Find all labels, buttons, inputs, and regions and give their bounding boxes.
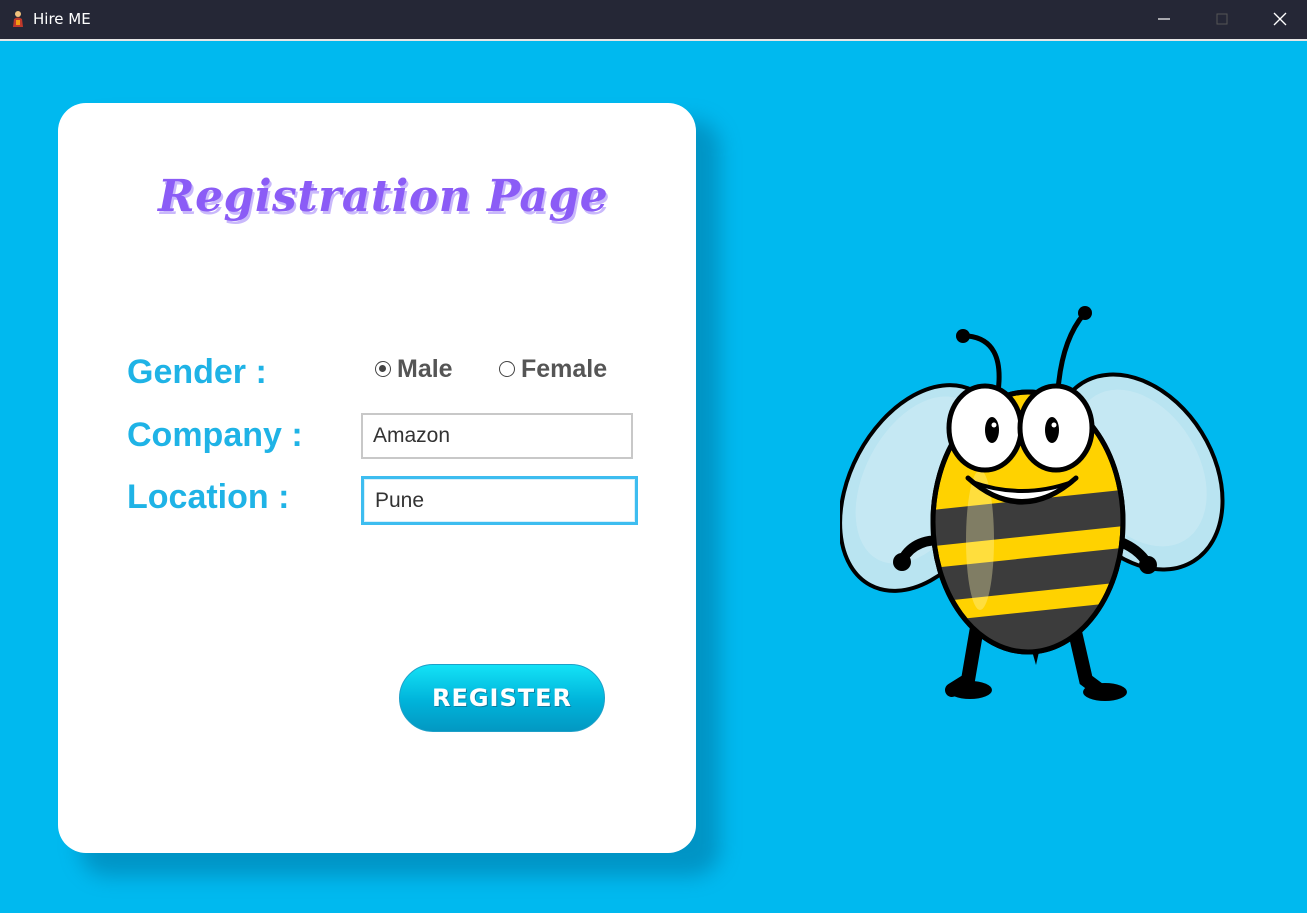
title-bar: Hire ME xyxy=(0,0,1307,39)
maximize-button[interactable] xyxy=(1193,0,1251,39)
cartoon-bee-illustration xyxy=(840,306,1225,701)
gender-radio-male[interactable]: Male xyxy=(375,354,453,384)
location-input[interactable] xyxy=(361,476,638,525)
maximize-icon xyxy=(1216,13,1228,25)
close-icon xyxy=(1273,12,1287,26)
radio-unselected-icon xyxy=(499,361,515,377)
minimize-icon xyxy=(1158,18,1170,20)
company-input[interactable] xyxy=(361,413,633,459)
radio-selected-icon xyxy=(375,361,391,377)
close-button[interactable] xyxy=(1251,0,1307,39)
page-heading: Registration Page xyxy=(158,171,609,222)
company-label: Company : xyxy=(127,416,303,454)
gender-label: Gender : xyxy=(127,353,267,391)
gender-option-female-label: Female xyxy=(521,354,608,383)
app-person-icon xyxy=(11,10,25,28)
title-divider xyxy=(0,39,1307,41)
registration-card: Registration Page Gender : Male Female C… xyxy=(58,103,696,853)
gender-option-male-label: Male xyxy=(397,354,453,383)
minimize-button[interactable] xyxy=(1135,0,1193,39)
gender-radio-female[interactable]: Female xyxy=(499,354,607,384)
location-label: Location : xyxy=(127,478,290,516)
window-title: Hire ME xyxy=(33,10,91,28)
register-button[interactable]: REGISTER xyxy=(399,664,605,732)
